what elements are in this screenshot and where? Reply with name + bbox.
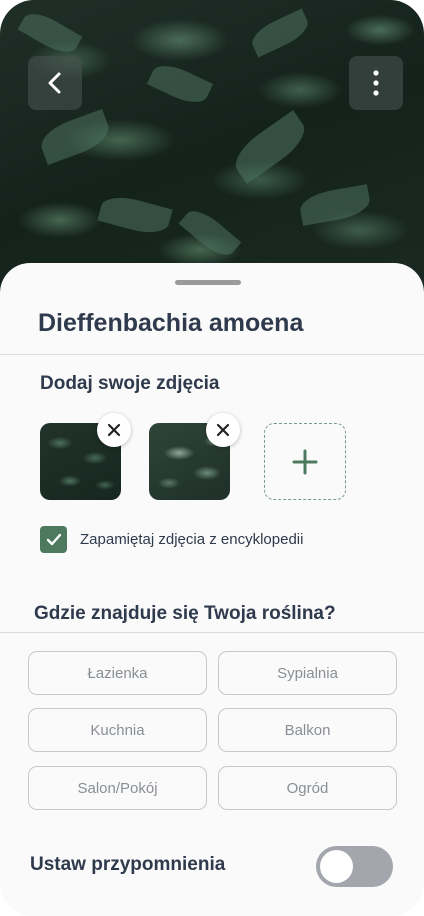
photo-thumbnail[interactable] — [149, 413, 240, 500]
back-button[interactable] — [28, 56, 82, 110]
plant-hero-image — [0, 0, 424, 300]
more-vertical-icon — [373, 70, 379, 96]
location-option-garden[interactable]: Ogród — [218, 766, 397, 810]
check-icon — [46, 533, 61, 546]
remember-photos-label[interactable]: Zapamiętaj zdjęcia z encyklopedii — [80, 531, 303, 548]
add-photo-button[interactable] — [264, 423, 346, 500]
reminders-toggle[interactable] — [316, 846, 393, 887]
sheet-drag-handle[interactable] — [175, 280, 241, 285]
location-option-kitchen[interactable]: Kuchnia — [28, 708, 207, 752]
divider — [0, 354, 424, 355]
more-options-button[interactable] — [349, 56, 403, 110]
bottom-sheet: Dieffenbachia amoena Dodaj swoje zdjęcia — [0, 263, 424, 916]
chevron-left-icon — [48, 72, 61, 94]
close-icon — [216, 423, 230, 437]
photos-section-title: Dodaj swoje zdjęcia — [40, 373, 220, 394]
location-option-living-room[interactable]: Salon/Pokój — [28, 766, 207, 810]
location-option-bathroom[interactable]: Łazienka — [28, 651, 207, 695]
reminders-label: Ustaw przypomnienia — [30, 854, 226, 875]
plant-detail-screen: Dieffenbachia amoena Dodaj swoje zdjęcia — [0, 0, 424, 916]
location-section-title: Gdzie znajduje się Twoja roślina? — [34, 603, 336, 624]
photo-thumbnail[interactable] — [40, 413, 131, 500]
toggle-knob — [320, 850, 353, 883]
remove-photo-button[interactable] — [206, 413, 240, 447]
remove-photo-button[interactable] — [97, 413, 131, 447]
location-option-balcony[interactable]: Balkon — [218, 708, 397, 752]
divider — [0, 632, 424, 633]
remember-photos-checkbox[interactable] — [40, 526, 67, 553]
plant-name-title: Dieffenbachia amoena — [38, 309, 304, 337]
location-option-bedroom[interactable]: Sypialnia — [218, 651, 397, 695]
plus-icon — [292, 449, 318, 474]
close-icon — [107, 423, 121, 437]
